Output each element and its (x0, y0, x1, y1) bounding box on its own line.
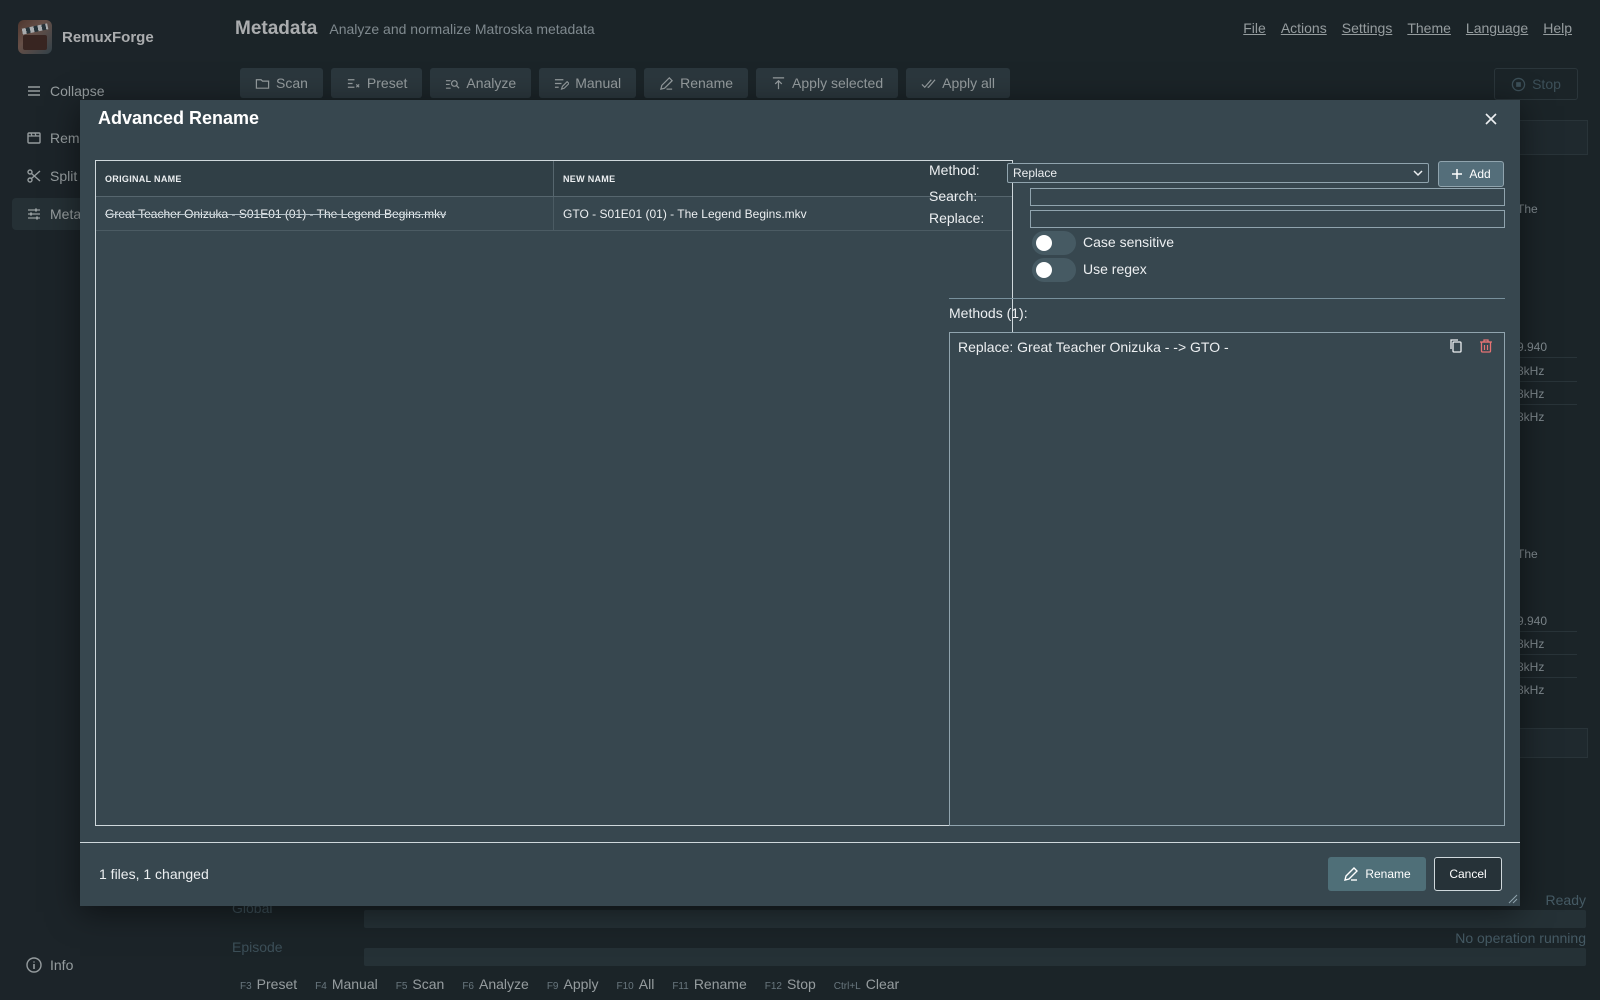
advanced-rename-dialog: Advanced Rename ORIGINAL NAME NEW NAME G… (80, 100, 1520, 906)
chevron-down-icon (1413, 170, 1423, 177)
case-sensitive-label: Case sensitive (1083, 234, 1175, 250)
rename-summary: 1 files, 1 changed (99, 866, 209, 882)
rename-preview-table: ORIGINAL NAME NEW NAME Great Teacher Oni… (95, 160, 1013, 826)
method-label: Method: (929, 162, 980, 178)
cancel-button[interactable]: Cancel (1434, 857, 1502, 891)
dialog-title: Advanced Rename (98, 108, 260, 128)
search-label: Search: (929, 188, 978, 204)
add-label: Add (1469, 167, 1491, 181)
divider (949, 298, 1505, 299)
use-regex-toggle[interactable] (1032, 258, 1076, 282)
footer-divider (80, 842, 1520, 843)
methods-title: Methods (1): (949, 305, 1028, 321)
table-row[interactable]: Great Teacher Onizuka - S01E01 (01) - Th… (96, 197, 1012, 231)
replace-input[interactable] (1030, 210, 1505, 228)
rename-button-label: Rename (1365, 867, 1411, 881)
cancel-button-label: Cancel (1449, 867, 1487, 881)
column-original-name[interactable]: ORIGINAL NAME (96, 161, 554, 196)
methods-list: Replace: Great Teacher Onizuka - -> GTO … (949, 332, 1505, 826)
search-input[interactable] (1030, 188, 1505, 206)
rename-button[interactable]: Rename (1328, 857, 1426, 891)
pencil-icon (1344, 867, 1359, 881)
close-icon[interactable] (1482, 110, 1500, 128)
replace-label: Replace: (929, 210, 985, 226)
table-header: ORIGINAL NAME NEW NAME (96, 161, 1012, 197)
method-item[interactable]: Replace: Great Teacher Onizuka - -> GTO … (958, 339, 1229, 355)
case-sensitive-toggle[interactable] (1032, 231, 1076, 255)
copy-icon[interactable] (1448, 338, 1464, 354)
plus-icon (1452, 169, 1463, 179)
trash-icon[interactable] (1478, 338, 1494, 354)
add-method-button[interactable]: Add (1438, 161, 1504, 187)
original-name-cell: Great Teacher Onizuka - S01E01 (01) - Th… (96, 197, 554, 230)
resize-grip-icon[interactable] (1508, 894, 1518, 904)
method-select[interactable]: Replace (1007, 163, 1429, 183)
method-selected-value: Replace (1013, 166, 1058, 180)
use-regex-label: Use regex (1083, 261, 1147, 277)
